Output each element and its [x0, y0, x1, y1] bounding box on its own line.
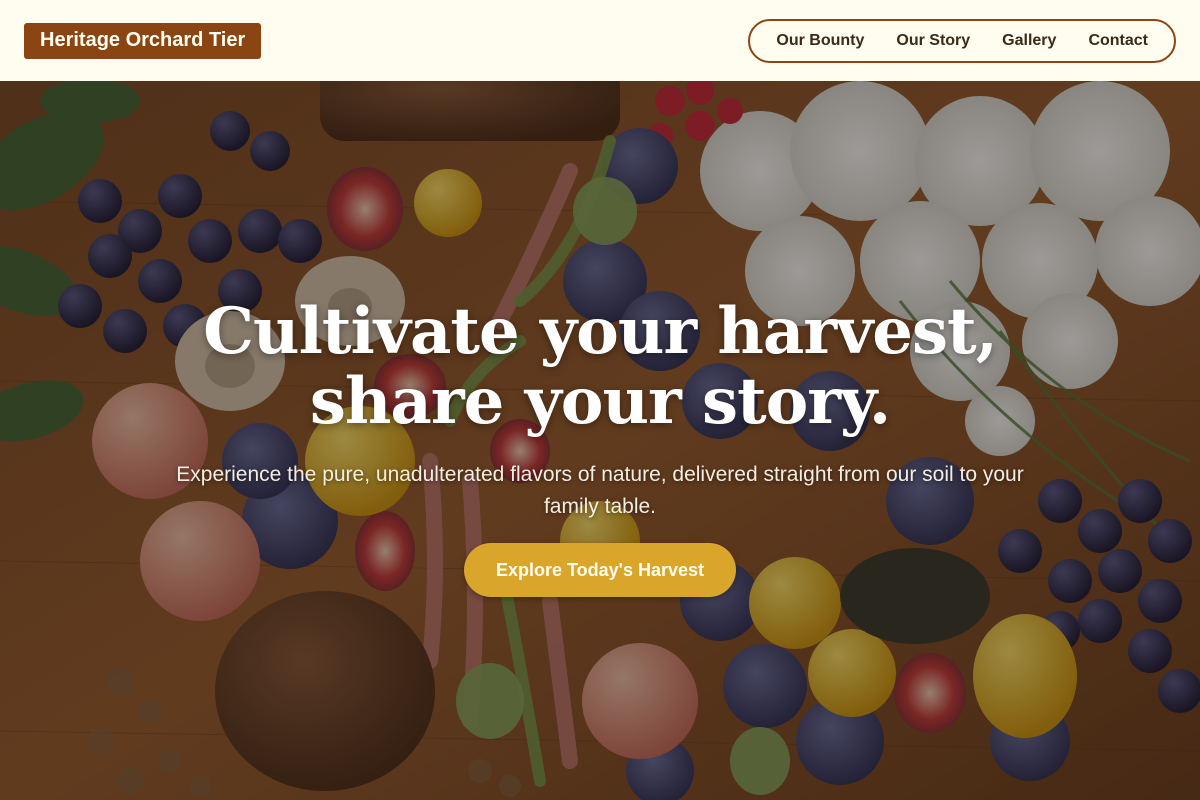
nav-link-our-bounty[interactable]: Our Bounty: [760, 32, 880, 50]
brand-logo[interactable]: Heritage Orchard Tier: [24, 22, 262, 59]
hero-subtitle: Experience the pure, unadulterated flavo…: [176, 463, 1024, 518]
nav-link-gallery[interactable]: Gallery: [986, 32, 1072, 50]
site-header: Heritage Orchard Tier Our Bounty Our Sto…: [0, 0, 1200, 81]
hero-headline-line-2: share your story.: [309, 364, 891, 439]
hero-content: Cultivate your harvest, share your story…: [0, 81, 1200, 800]
explore-harvest-button[interactable]: Explore Today's Harvest: [463, 543, 737, 597]
hero-headline: Cultivate your harvest, share your story…: [150, 297, 1050, 437]
nav-link-contact[interactable]: Contact: [1072, 32, 1164, 50]
hero-section: Cultivate your harvest, share your story…: [0, 81, 1200, 800]
main-nav: Our Bounty Our Story Gallery Contact: [748, 18, 1176, 63]
hero-headline-line-1: Cultivate your harvest,: [203, 294, 998, 369]
nav-link-our-story[interactable]: Our Story: [880, 32, 986, 50]
